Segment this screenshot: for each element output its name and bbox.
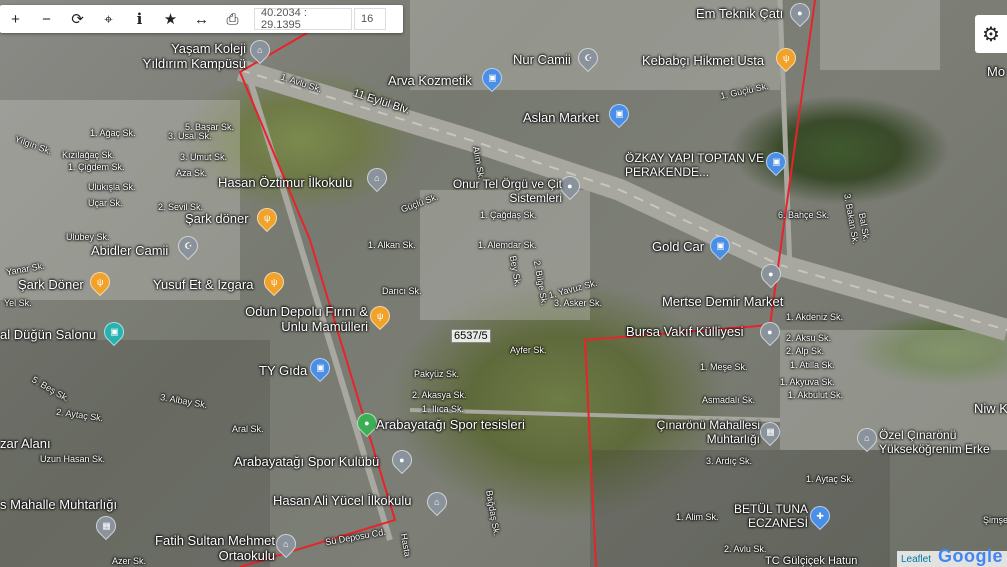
poi-label[interactable]: Bursa Vakıf Külliyesi	[626, 324, 744, 339]
poi-label[interactable]: Odun Depolu Fırını & Unlu Mamülleri	[243, 304, 368, 334]
favorite-button[interactable]: ★	[155, 5, 186, 33]
coordinates-display: 40.2034 : 29.1395	[254, 7, 352, 31]
poi-label[interactable]: TY Gıda	[259, 363, 307, 378]
street-label: 2. Alp Sk.	[786, 346, 825, 356]
refresh-button[interactable]: ⟳	[62, 5, 93, 33]
satellite-map[interactable]: ● Em Teknik Çatı ⌂ Yaşam Koleji Yıldırım…	[0, 0, 1007, 567]
street-label: 1. Alim Sk.	[676, 512, 719, 522]
secondary-road	[777, 0, 793, 271]
poi-label[interactable]: Nur Camii	[513, 52, 571, 67]
map-overlay	[236, 0, 1007, 567]
street-label: 6. Bahçe Sk.	[778, 210, 830, 220]
poi-label[interactable]: Hasan Ali Yücel İlkokulu	[273, 493, 412, 508]
poi-label[interactable]: Aslan Market	[523, 110, 599, 125]
street-label: 3. Ardıç Sk.	[706, 456, 753, 466]
street-label: 2. Sevil Sk.	[158, 202, 204, 212]
zoom-in-button[interactable]: +	[0, 5, 31, 33]
street-label: Aza Sk.	[176, 168, 208, 178]
area-label: zar Alanı	[0, 436, 51, 451]
poi-label[interactable]: s Mahalle Muhtarlığı	[0, 497, 117, 512]
street-label: Şimşe	[983, 515, 1007, 525]
gear-icon: ⚙	[982, 23, 1000, 46]
street-label: Darıcı Sk.	[382, 286, 422, 296]
printer-icon: ⎙	[226, 10, 239, 28]
print-button[interactable]: ⎙	[217, 5, 248, 33]
street-label: 1. Ağaç Sk.	[90, 128, 136, 138]
poi-label[interactable]: Yaşam Koleji Yıldırım Kampüsü	[140, 41, 246, 71]
street-label: 1. Alkan Sk.	[368, 240, 416, 250]
street-label: 2. Avlu Sk.	[724, 544, 767, 554]
refresh-icon: ⟳	[71, 11, 84, 28]
poi-label[interactable]: Yusuf Et & Izgara	[153, 277, 253, 292]
street-label: Kızılağaç Sk.	[62, 150, 115, 160]
area-label: Mo	[987, 64, 1006, 79]
map-toolbar: + − ⟳ ⌖ i ★ ↔ ⎙ 40.2034 : 29.1395 16	[0, 5, 403, 33]
poi-label[interactable]: Kebabçı Hikmet Usta	[642, 53, 764, 68]
street-label: 1. Alemdar Sk.	[478, 240, 537, 250]
street-label: Ayfer Sk.	[510, 345, 547, 355]
poi-label[interactable]: Arva Kozmetik	[388, 73, 472, 88]
poi-label[interactable]: Fatih Sultan Mehmet Ortaokulu	[155, 533, 275, 563]
poi-label[interactable]: Arabayatağı Spor tesisleri	[376, 417, 525, 432]
poi-label[interactable]: Özel Çınarönü Yükseköğrenim Erke	[879, 428, 1007, 456]
street-label: Aral Sk.	[232, 424, 264, 434]
crosshair-icon: ⌖	[104, 10, 113, 28]
street-label: 3. Umut Sk.	[180, 152, 228, 162]
settings-button[interactable]: ⚙	[975, 15, 1007, 53]
street-label: 3. Asker Sk.	[554, 298, 603, 308]
street-label: Pakyüz Sk.	[414, 369, 460, 379]
plus-icon: +	[11, 10, 20, 28]
measure-button[interactable]: ↔	[186, 5, 217, 33]
star-icon: ★	[163, 11, 178, 28]
street-label: Ulubey Sk.	[66, 232, 110, 242]
street-label: 1. Aytaç Sk.	[806, 474, 854, 484]
zoom-out-button[interactable]: −	[31, 5, 62, 33]
locate-button[interactable]: ⌖	[93, 5, 124, 33]
street-label: 1. Akbulut Sk.	[788, 390, 844, 400]
street-label: 1. Atilla Sk.	[790, 360, 835, 370]
google-logo: Google	[938, 546, 1003, 566]
street-label: Uçar Sk.	[88, 198, 123, 208]
info-button[interactable]: i	[124, 5, 155, 33]
street-label: 2. Aksu Sk.	[786, 333, 832, 343]
street-label: 1. Akyuva Sk.	[780, 377, 835, 387]
poi-label[interactable]: Em Teknik Çatı	[696, 6, 783, 21]
area-label: TC Gülçiçek Hatun	[765, 555, 858, 567]
street-label: 1. Çağdaş Sk.	[480, 210, 537, 220]
parcel-label[interactable]: 6537/5	[451, 329, 491, 343]
street-label: 1. Akdeniz Sk.	[786, 312, 844, 322]
poi-label[interactable]: Şark Döner	[18, 277, 84, 292]
leaflet-link[interactable]: Leaflet	[901, 554, 931, 565]
info-icon: i	[136, 10, 143, 28]
poi-label[interactable]: Abidler Camii	[91, 243, 168, 258]
street-label: 1. Meşe Sk.	[700, 362, 748, 372]
area-label: Niw K	[974, 401, 1007, 416]
street-label: Azer Sk.	[112, 556, 147, 566]
poi-label[interactable]: Hasan Öztimur İlkokulu	[218, 175, 352, 190]
poi-label[interactable]: Onur Tel Örgü ve Çit Sistemleri	[452, 177, 562, 205]
street-label: 1. Çiğdem Sk.	[68, 162, 125, 172]
poi-label[interactable]: BETÜL TUNA ECZANESİ	[708, 502, 808, 530]
zoom-level-display: 16	[354, 8, 386, 30]
minus-icon: −	[42, 10, 51, 28]
poi-label[interactable]: Şark döner	[185, 211, 249, 226]
poi-label[interactable]: al Düğün Salonu	[0, 327, 96, 342]
poi-label[interactable]: Arabayatağı Spor Kulübü	[234, 454, 379, 469]
street-label: Yel Sk.	[4, 298, 32, 308]
poi-label[interactable]: Gold Car	[652, 239, 704, 254]
street-label: Ulukışla Sk.	[88, 182, 136, 192]
poi-label[interactable]: Çınarönü Mahallesi Muhtarlığı	[636, 418, 760, 446]
street-label: Uzun Hasan Sk.	[40, 454, 106, 464]
poi-label[interactable]: ÖZKAY YAPI TOPTAN VE PERAKENDE...	[625, 151, 765, 179]
street-label: Asmadalı Sk.	[702, 395, 756, 405]
street-label: 1. Ilıca Sk.	[422, 404, 465, 414]
poi-label[interactable]: Mertse Demir Market	[662, 294, 783, 309]
parcel-border-right	[583, 0, 816, 567]
street-label: 3. Usal Sk.	[168, 131, 212, 141]
street-label: 2. Akasya Sk.	[412, 390, 467, 400]
ruler-icon: ↔	[194, 10, 209, 28]
